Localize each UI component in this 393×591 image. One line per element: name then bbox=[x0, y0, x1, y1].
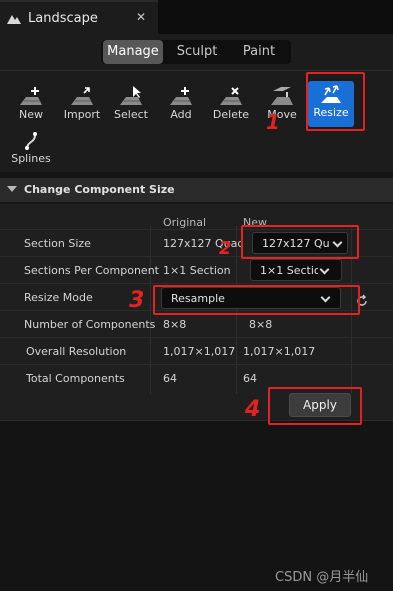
row-label: Overall Resolution bbox=[26, 345, 127, 358]
tool-delete-label: Delete bbox=[212, 108, 250, 121]
row-new-value: 64 bbox=[243, 372, 257, 385]
tool-new-label: New bbox=[19, 108, 43, 121]
row-new-value: 8×8 bbox=[249, 318, 273, 331]
delete-icon bbox=[220, 87, 242, 105]
tool-new-button[interactable]: New bbox=[7, 83, 55, 127]
row-label: Section Size bbox=[24, 237, 91, 250]
tool-import-button[interactable]: Import bbox=[58, 83, 106, 127]
row-original-value: 1×1 Section bbox=[163, 264, 231, 277]
mode-selector: Manage Sculpt Paint bbox=[101, 40, 291, 64]
tab-title: Landscape bbox=[28, 11, 98, 26]
annotation-box-apply bbox=[268, 387, 362, 425]
row-original-value: 64 bbox=[163, 372, 177, 385]
title-bar: Landscape ✕ bbox=[0, 0, 393, 34]
row-label: Resize Mode bbox=[24, 291, 93, 304]
annotation-number: 1 bbox=[266, 110, 280, 134]
row-original-value: 1,017×1,017 bbox=[163, 345, 236, 358]
tool-splines-button[interactable]: Splines bbox=[7, 129, 55, 173]
annotation-number: 3 bbox=[129, 288, 145, 313]
row-new-value: 1,017×1,017 bbox=[243, 345, 316, 358]
splines-icon bbox=[25, 132, 37, 150]
column-header-original: Original bbox=[163, 216, 207, 229]
annotation-box-resize bbox=[306, 72, 365, 131]
row-overall-resolution: Overall Resolution 1,017×1,017 1,017×1,0… bbox=[0, 337, 393, 364]
tool-add-button[interactable]: Add bbox=[157, 83, 205, 127]
collapse-arrow-icon[interactable] bbox=[7, 186, 17, 192]
row-label: Total Components bbox=[26, 372, 125, 385]
tool-select-label: Select bbox=[114, 108, 148, 121]
close-icon[interactable]: ✕ bbox=[136, 10, 146, 24]
mode-bar: Manage Sculpt Paint bbox=[0, 34, 393, 70]
mode-sculpt-button[interactable]: Sculpt bbox=[167, 40, 227, 64]
mode-manage-button[interactable]: Manage bbox=[103, 40, 163, 64]
annotation-box-resize-mode bbox=[153, 285, 360, 315]
row-original-value: 8×8 bbox=[163, 318, 187, 331]
annotation-number: 2 bbox=[219, 238, 232, 259]
chevron-down-icon bbox=[319, 264, 330, 275]
annotation-box-section-size bbox=[241, 225, 359, 259]
tool-select-button[interactable]: Select bbox=[107, 83, 155, 127]
watermark: CSDN @月半仙 bbox=[275, 570, 369, 585]
tool-delete-button[interactable]: Delete bbox=[207, 83, 255, 127]
section-title: Change Component Size bbox=[24, 183, 175, 196]
tool-add-label: Add bbox=[170, 108, 192, 121]
import-icon bbox=[71, 87, 93, 105]
dropdown-value: 1×1 Section bbox=[260, 264, 318, 277]
landscape-mode-icon bbox=[7, 15, 21, 24]
move-icon bbox=[271, 87, 293, 105]
landscape-tab[interactable]: Landscape ✕ bbox=[0, 0, 158, 34]
row-label: Number of Components bbox=[24, 318, 156, 331]
tool-import-label: Import bbox=[63, 108, 101, 121]
change-component-size-header[interactable]: Change Component Size bbox=[0, 178, 393, 202]
new-icon bbox=[20, 87, 42, 105]
sections-per-component-dropdown[interactable]: 1×1 Section bbox=[250, 259, 342, 281]
mode-paint-button[interactable]: Paint bbox=[229, 40, 289, 64]
select-icon bbox=[120, 86, 142, 105]
annotation-number: 4 bbox=[245, 397, 261, 422]
tool-splines-label: Splines bbox=[11, 152, 51, 165]
row-label: Sections Per Component bbox=[24, 264, 159, 277]
add-icon bbox=[170, 87, 192, 105]
